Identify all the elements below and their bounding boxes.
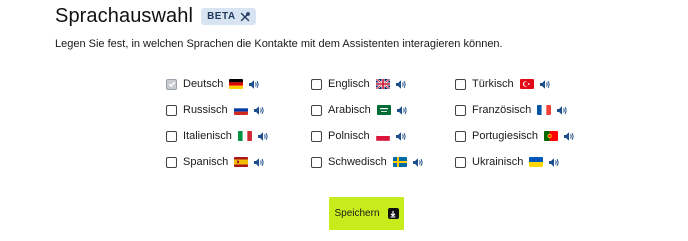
language-option[interactable]: Deutsch xyxy=(166,76,260,92)
download-icon xyxy=(387,208,399,219)
title-row: Sprachauswahl BETA xyxy=(55,5,256,28)
language-label: Englisch xyxy=(328,78,370,90)
language-label: Arabisch xyxy=(328,104,371,116)
language-checkbox[interactable] xyxy=(455,78,466,90)
flag-it-icon xyxy=(237,131,252,141)
language-label: Deutsch xyxy=(183,78,224,90)
language-label: Polnisch xyxy=(328,130,370,142)
speaker-icon[interactable] xyxy=(539,79,551,90)
speaker-icon[interactable] xyxy=(412,157,424,168)
speaker-icon[interactable] xyxy=(395,131,407,142)
flag-gb-icon xyxy=(375,79,390,89)
flag-se-icon xyxy=(392,157,407,167)
language-label: Türkisch xyxy=(472,78,514,90)
speaker-icon[interactable] xyxy=(257,131,269,142)
language-checkbox[interactable] xyxy=(166,156,177,168)
language-checkbox[interactable] xyxy=(166,130,177,142)
flag-ru-icon xyxy=(233,105,248,115)
language-checkbox[interactable] xyxy=(166,104,177,116)
language-label: Russisch xyxy=(183,104,228,116)
tools-icon xyxy=(240,11,250,21)
language-label: Französisch xyxy=(472,104,532,116)
speaker-icon[interactable] xyxy=(548,157,560,168)
language-checkbox[interactable] xyxy=(311,78,322,90)
speaker-icon[interactable] xyxy=(253,157,265,168)
flag-sa-icon xyxy=(376,105,391,115)
language-label: Spanisch xyxy=(183,156,229,168)
language-option[interactable]: Schwedisch xyxy=(311,154,424,170)
language-checkbox[interactable] xyxy=(311,104,322,116)
language-label: Ukrainisch xyxy=(472,156,524,168)
language-option[interactable]: Französisch xyxy=(455,102,568,118)
speaker-icon[interactable] xyxy=(556,105,568,116)
language-checkbox[interactable] xyxy=(311,156,322,168)
flag-tr-icon xyxy=(519,79,534,89)
language-option[interactable]: Arabisch xyxy=(311,102,408,118)
language-option[interactable]: Portugiesisch xyxy=(455,128,575,144)
language-checkbox[interactable] xyxy=(455,104,466,116)
flag-ua-icon xyxy=(529,157,544,167)
speaker-icon[interactable] xyxy=(563,131,575,142)
flag-fr-icon xyxy=(537,105,552,115)
language-label: Portugiesisch xyxy=(472,130,539,142)
beta-badge-label: BETA xyxy=(207,11,236,22)
language-option[interactable]: Spanisch xyxy=(166,154,265,170)
description: Legen Sie fest, in welchen Sprachen die … xyxy=(55,38,503,50)
language-checkbox[interactable] xyxy=(455,130,466,142)
speaker-icon[interactable] xyxy=(248,79,260,90)
flag-pl-icon xyxy=(375,131,390,141)
language-option[interactable]: Italienisch xyxy=(166,128,269,144)
language-option[interactable]: Polnisch xyxy=(311,128,407,144)
flag-es-icon xyxy=(234,157,249,167)
language-option[interactable]: Englisch xyxy=(311,76,407,92)
beta-badge: BETA xyxy=(201,8,256,25)
flag-pt-icon xyxy=(544,131,559,141)
speaker-icon[interactable] xyxy=(253,105,265,116)
speaker-icon[interactable] xyxy=(395,79,407,90)
language-label: Schwedisch xyxy=(328,156,387,168)
language-checkbox[interactable] xyxy=(166,78,177,90)
language-option[interactable]: Ukrainisch xyxy=(455,154,560,170)
language-option[interactable]: Russisch xyxy=(166,102,265,118)
language-checkbox[interactable] xyxy=(455,156,466,168)
flag-de-icon xyxy=(229,79,244,89)
save-button[interactable]: Speichern xyxy=(329,197,404,230)
speaker-icon[interactable] xyxy=(396,105,408,116)
language-option[interactable]: Türkisch xyxy=(455,76,551,92)
save-button-label: Speichern xyxy=(334,208,380,219)
language-label: Italienisch xyxy=(183,130,232,142)
page-title: Sprachauswahl xyxy=(55,5,194,27)
language-checkbox[interactable] xyxy=(311,130,322,142)
